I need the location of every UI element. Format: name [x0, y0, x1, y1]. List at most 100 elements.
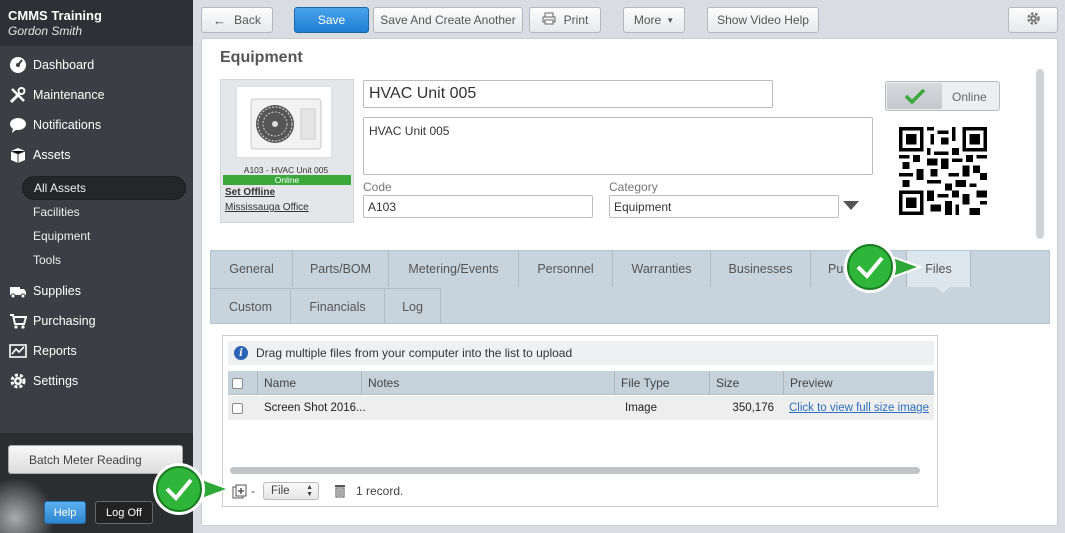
file-select-value: File	[271, 485, 290, 497]
speech-bubble-icon	[8, 116, 28, 134]
category-input[interactable]: Equipment	[609, 195, 839, 218]
category-label: Category	[609, 180, 658, 194]
sidebar-item-label: Supplies	[33, 284, 81, 298]
sidebar-item-purchasing[interactable]: Purchasing	[0, 306, 193, 336]
sidebar: CMMS Training Gordon Smith Dashboard Mai…	[0, 0, 193, 533]
vertical-scrollbar[interactable]	[1036, 69, 1044, 239]
asset-image[interactable]	[236, 86, 332, 158]
add-file-icon[interactable]	[232, 484, 248, 499]
more-label: More	[633, 13, 662, 27]
asset-description-textarea[interactable]: HVAC Unit 005	[363, 117, 873, 175]
row-checkbox[interactable]	[232, 402, 243, 414]
tab-custom[interactable]: Custom	[211, 288, 291, 324]
asset-image-caption: A103 - HVAC Unit 005	[243, 165, 329, 175]
chart-icon	[8, 342, 28, 360]
sidebar-item-settings[interactable]: Settings	[0, 366, 193, 396]
back-label: Back	[234, 13, 261, 27]
file-size-cell: 350,176	[732, 402, 774, 414]
code-input[interactable]: A103	[363, 195, 593, 218]
print-button[interactable]: Print	[529, 7, 601, 33]
sidebar-item-dashboard[interactable]: Dashboard	[0, 50, 193, 80]
settings-gear-button[interactable]	[1008, 7, 1058, 33]
app-title: CMMS Training	[8, 8, 102, 23]
tab-files-highlight-badge	[842, 239, 923, 295]
sidebar-item-assets[interactable]: Assets	[0, 140, 193, 170]
sidebar-subitem-all-assets[interactable]: All Assets	[22, 176, 186, 200]
more-button[interactable]: More ▼	[623, 7, 685, 33]
sidebar-subitem-facilities[interactable]: Facilities	[0, 200, 193, 224]
toggle-label: Online	[952, 90, 987, 104]
sidebar-nav: Dashboard Maintenance Notifications Asse…	[0, 46, 193, 396]
online-toggle[interactable]: Online	[885, 81, 1000, 111]
check-circle-icon	[844, 241, 923, 293]
add-file-highlight-badge	[151, 461, 232, 517]
upload-info-text: Drag multiple files from your computer i…	[256, 346, 573, 360]
back-button[interactable]: ← Back	[201, 7, 273, 33]
caret-down-icon: ▼	[666, 15, 675, 25]
arrow-left-icon: ←	[213, 12, 227, 28]
column-header-size[interactable]: Size	[710, 371, 784, 395]
sidebar-item-label: Reports	[33, 344, 77, 358]
qr-code-icon	[899, 127, 987, 215]
sidebar-item-label: Notifications	[33, 118, 102, 132]
select-all-checkbox[interactable]	[232, 377, 243, 389]
asset-name-input[interactable]: HVAC Unit 005	[363, 80, 773, 108]
log-off-button[interactable]: Log Off	[95, 501, 153, 524]
tab-businesses[interactable]: Businesses	[711, 251, 811, 287]
status-bar: Online	[223, 175, 351, 185]
tab-log[interactable]: Log	[385, 288, 441, 324]
tab-general[interactable]: General	[211, 251, 293, 287]
toolbar: ← Back Save Save And Create Another Prin…	[193, 0, 1065, 38]
sidebar-item-label: Maintenance	[33, 88, 105, 102]
printer-icon	[542, 12, 556, 28]
sidebar-subitem-tools[interactable]: Tools	[0, 248, 193, 272]
box-icon	[8, 146, 28, 164]
tab-financials[interactable]: Financials	[291, 288, 385, 324]
column-header-file-type[interactable]: File Type	[615, 371, 710, 395]
category-dropdown-arrow-icon[interactable]	[843, 201, 859, 210]
set-offline-link[interactable]: Set Offline	[225, 187, 275, 198]
page-title: Equipment	[220, 49, 303, 66]
location-link[interactable]: Mississauga Office	[225, 202, 309, 213]
trash-icon[interactable]	[334, 484, 346, 498]
active-tab-caret	[936, 287, 950, 293]
tab-warranties[interactable]: Warranties	[613, 251, 711, 287]
tab-personnel[interactable]: Personnel	[519, 251, 613, 287]
sidebar-item-label: Settings	[33, 374, 79, 388]
cart-icon	[8, 312, 28, 330]
dashboard-gauge-icon	[8, 56, 28, 74]
column-header-preview[interactable]: Preview	[784, 371, 934, 395]
sidebar-subitem-equipment[interactable]: Equipment	[0, 224, 193, 248]
sidebar-item-reports[interactable]: Reports	[0, 336, 193, 366]
files-panel: i Drag multiple files from your computer…	[222, 335, 938, 507]
help-button[interactable]: Help	[44, 501, 86, 524]
show-video-help-button[interactable]: Show Video Help	[707, 7, 819, 33]
column-header-notes[interactable]: Notes	[362, 371, 615, 395]
check-circle-icon	[153, 463, 232, 515]
record-count: 1 record.	[356, 484, 404, 498]
tab-metering-events[interactable]: Metering/Events	[389, 251, 519, 287]
save-and-create-another-button[interactable]: Save And Create Another	[373, 7, 523, 33]
toggle-knob	[887, 83, 942, 109]
sidebar-item-label: Assets	[33, 148, 71, 162]
truck-icon	[8, 282, 28, 300]
tab-bar: General Parts/BOM Metering/Events Person…	[210, 250, 1050, 324]
horizontal-scrollbar[interactable]	[230, 467, 920, 474]
sidebar-item-notifications[interactable]: Notifications	[0, 110, 193, 140]
file-type-cell: Image	[625, 402, 657, 414]
tab-parts-bom[interactable]: Parts/BOM	[293, 251, 389, 287]
preview-link[interactable]: Click to view full size image	[789, 396, 929, 420]
tools-icon	[8, 86, 28, 104]
table-row[interactable]: Screen Shot 2016... Image 350,176 Click …	[228, 396, 934, 420]
sidebar-item-supplies[interactable]: Supplies	[0, 276, 193, 306]
dash-separator: -	[251, 484, 255, 498]
print-label: Print	[563, 13, 589, 27]
sidebar-item-maintenance[interactable]: Maintenance	[0, 80, 193, 110]
checkmark-icon	[904, 88, 925, 104]
info-icon: i	[234, 346, 248, 360]
spinner-arrows-icon: ▲ ▼	[306, 484, 313, 498]
save-button[interactable]: Save	[294, 7, 369, 33]
column-header-name[interactable]: Name	[258, 371, 362, 395]
file-type-select[interactable]: File ▲ ▼	[263, 482, 319, 500]
file-name-cell: Screen Shot 2016...	[264, 402, 366, 414]
